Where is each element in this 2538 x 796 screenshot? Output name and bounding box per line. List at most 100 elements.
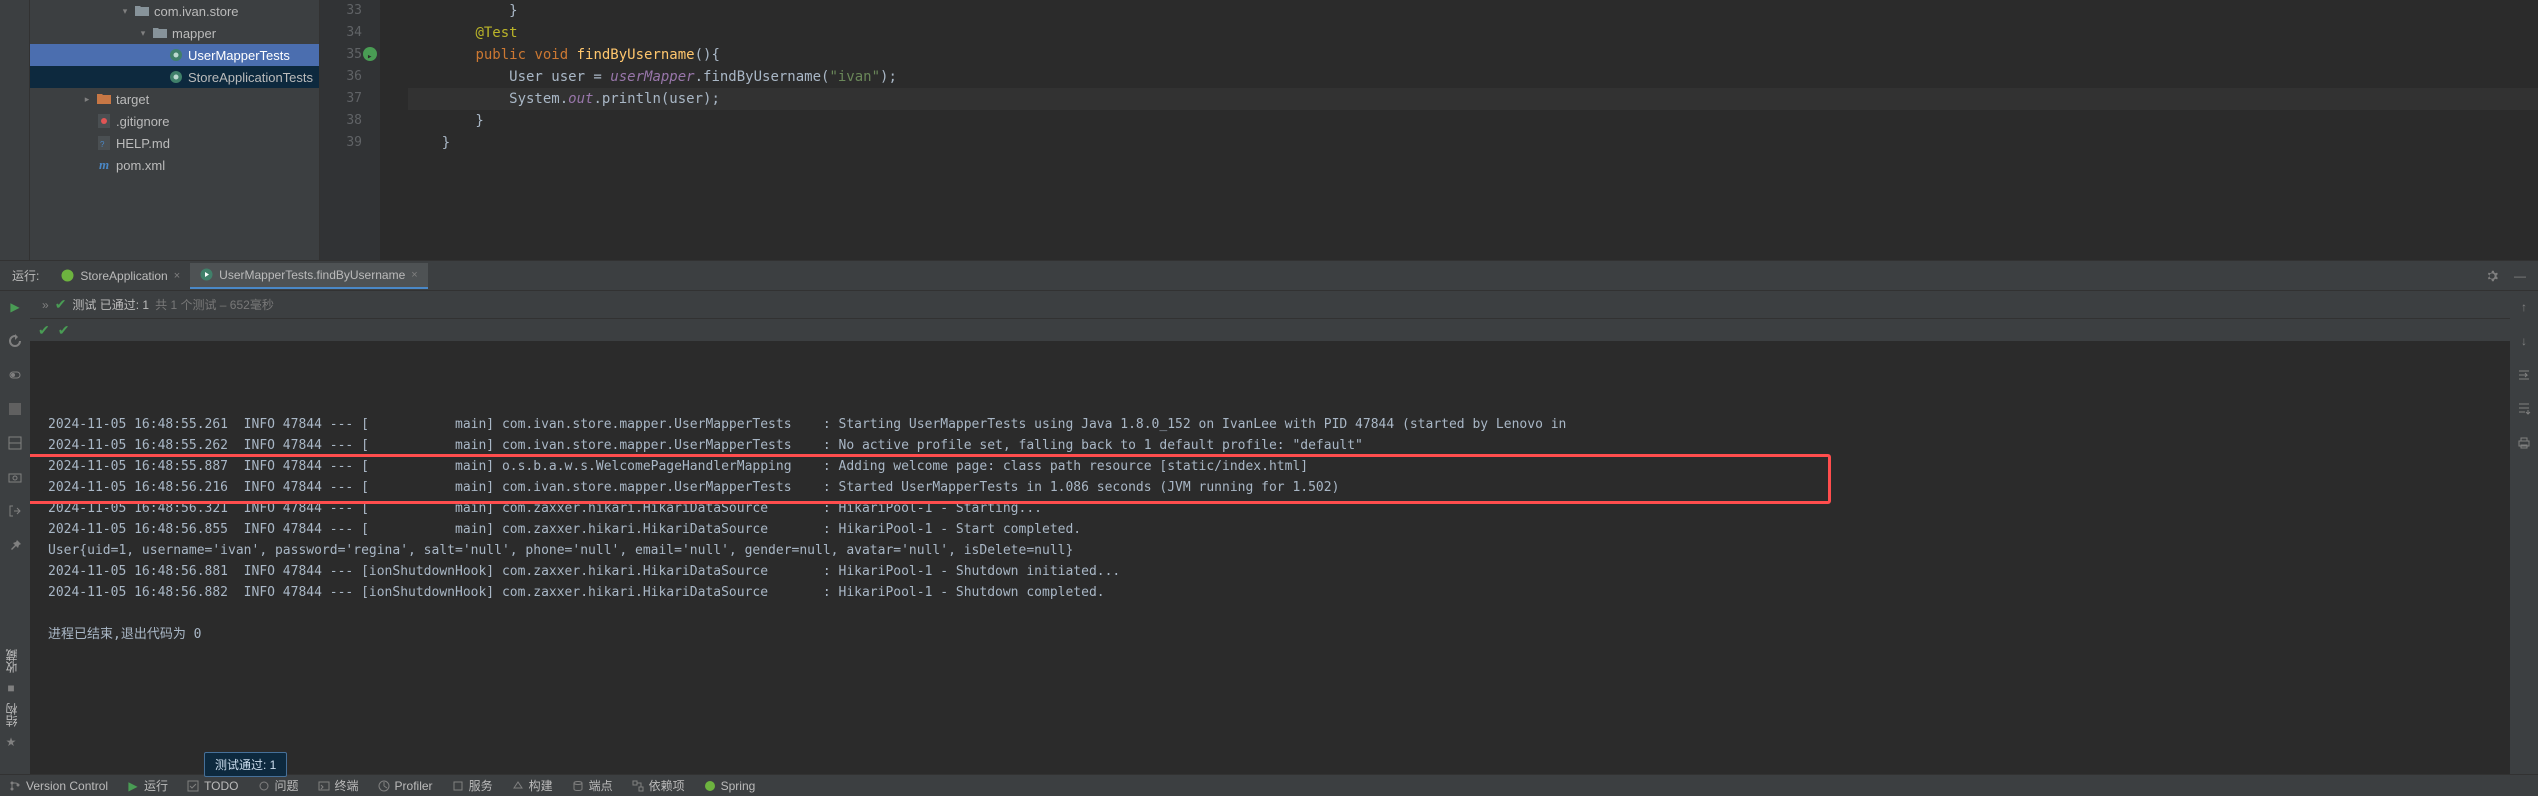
console-line: 2024-11-05 16:48:55.887 INFO 47844 --- [… — [48, 456, 2492, 477]
tree-arrow[interactable] — [82, 138, 92, 148]
tree-node[interactable]: mpom.xml — [30, 154, 319, 176]
tree-node[interactable]: .gitignore — [30, 110, 319, 132]
console-line: 2024-11-05 16:48:56.882 INFO 47844 --- [… — [48, 582, 2492, 603]
tree-node[interactable]: ▾mapper — [30, 22, 319, 44]
console-output[interactable]: 2024-11-05 16:48:55.261 INFO 47844 --- [… — [30, 341, 2510, 774]
run-tab[interactable]: UserMapperTests.findByUsername× — [190, 263, 428, 289]
exit-icon[interactable] — [5, 501, 25, 521]
console-line: User{uid=1, username='ivan', password='r… — [48, 540, 2492, 561]
run-gutter-icon[interactable] — [363, 47, 377, 61]
down-icon[interactable]: ↓ — [2514, 331, 2534, 351]
tree-node[interactable]: ▸ target — [30, 88, 319, 110]
code-line[interactable]: } — [408, 110, 2538, 132]
bug-icon — [257, 779, 271, 793]
editor[interactable]: 33343536373839 } @Test public void findB… — [320, 0, 2538, 260]
bottom-bar-label: 构建 — [529, 777, 553, 794]
bottom-bar-item[interactable]: TODO — [186, 779, 238, 793]
console-line: 2024-11-05 16:48:56.881 INFO 47844 --- [… — [48, 561, 2492, 582]
code-line[interactable]: System.out.println(user); — [408, 88, 2538, 110]
toggle-icon[interactable] — [5, 365, 25, 385]
layout-icon[interactable] — [5, 433, 25, 453]
check-icon[interactable]: ✔ — [38, 322, 50, 339]
line-number[interactable]: 33 — [320, 0, 362, 22]
print-icon[interactable] — [2514, 433, 2534, 453]
tree-node[interactable]: ?HELP.md — [30, 132, 319, 154]
star-icon[interactable]: ★ — [6, 735, 17, 749]
project-tree[interactable]: ▾com.ivan.store▾mapper UserMapperTests Sto… — [30, 0, 320, 260]
bottom-bar-item[interactable]: 依赖项 — [631, 777, 685, 794]
status-text: 测试 已通过: 1 — [72, 296, 149, 313]
tree-arrow[interactable]: ▾ — [120, 6, 130, 16]
tree-arrow[interactable] — [154, 72, 164, 82]
wrap-icon[interactable] — [2514, 365, 2534, 385]
tree-label: UserMapperTests — [188, 48, 290, 63]
code-line[interactable]: } — [408, 0, 2538, 22]
bottom-bar-item[interactable]: 服务 — [451, 777, 493, 794]
bottom-bar-item[interactable]: Profiler — [377, 779, 433, 793]
stop-icon[interactable] — [5, 399, 25, 419]
camera-icon[interactable] — [5, 467, 25, 487]
console-line: 2024-11-05 16:48:56.321 INFO 47844 --- [… — [48, 498, 2492, 519]
editor-gutter[interactable]: 33343536373839 — [320, 0, 380, 260]
close-icon[interactable]: × — [411, 269, 417, 281]
bottom-bar-item[interactable]: ▶运行 — [126, 777, 168, 794]
line-number[interactable]: 35 — [320, 44, 362, 66]
code-line[interactable]: public void findByUsername(){ — [408, 44, 2538, 66]
close-icon[interactable]: × — [174, 270, 180, 282]
branch-icon — [8, 779, 22, 793]
bottom-bar-item[interactable]: Version Control — [8, 779, 108, 793]
bottom-bar-item[interactable]: 构建 — [511, 777, 553, 794]
tree-arrow[interactable] — [82, 160, 92, 170]
code-line[interactable]: } — [408, 132, 2538, 154]
console-line: 2024-11-05 16:48:55.262 INFO 47844 --- [… — [48, 435, 2492, 456]
scroll-icon[interactable] — [2514, 399, 2534, 419]
up-icon[interactable]: ↑ — [2514, 297, 2534, 317]
run-tab[interactable]: StoreApplication × — [51, 263, 190, 289]
test-class-icon — [168, 69, 184, 85]
gear-icon[interactable] — [2482, 266, 2502, 286]
tree-arrow[interactable] — [82, 116, 92, 126]
console-line — [48, 603, 2492, 624]
bookmarks-icon[interactable]: ■ — [7, 681, 14, 695]
deps-icon — [631, 779, 645, 793]
check-icon: ✔ — [55, 296, 67, 313]
run-panel: 运行: StoreApplication×UserMapperTests.fin… — [0, 260, 2538, 774]
run-tab-label: StoreApplication — [80, 269, 167, 283]
pin-icon[interactable] — [5, 535, 25, 555]
line-number[interactable]: 38 — [320, 110, 362, 132]
rerun-icon[interactable]: ▶ — [5, 297, 25, 317]
bottom-bar-item[interactable]: Spring — [703, 779, 756, 793]
tree-arrow[interactable] — [154, 50, 164, 60]
profiler-icon — [377, 779, 391, 793]
code-line[interactable]: @Test — [408, 22, 2538, 44]
tree-node[interactable]: UserMapperTests — [30, 44, 319, 66]
bottom-bar-label: Spring — [721, 779, 756, 793]
rerun-failed-icon[interactable] — [5, 331, 25, 351]
spring-icon — [703, 779, 717, 793]
tree-arrow[interactable]: ▾ — [138, 28, 148, 38]
line-number[interactable]: 34 — [320, 22, 362, 44]
code-line[interactable]: User user = userMapper.findByUsername("i… — [408, 66, 2538, 88]
bottom-bar-label: Version Control — [26, 779, 108, 793]
line-number[interactable]: 39 — [320, 132, 362, 154]
minimize-icon[interactable]: — — [2510, 266, 2530, 286]
line-number[interactable]: 36 — [320, 66, 362, 88]
bottom-bar-item[interactable]: 问题 — [257, 777, 299, 794]
line-number[interactable]: 37 — [320, 88, 362, 110]
svg-text:?: ? — [100, 140, 105, 149]
tree-node[interactable]: StoreApplicationTests — [30, 66, 319, 88]
bottom-bar-item[interactable]: 终端 — [317, 777, 359, 794]
vtab-favorites[interactable]: 收藏 — [1, 643, 22, 679]
folder-icon — [152, 25, 168, 41]
tree-label: pom.xml — [116, 158, 165, 173]
tree-arrow[interactable]: ▸ — [82, 94, 92, 104]
editor-code[interactable]: } @Test public void findByUsername(){ Us… — [380, 0, 2538, 260]
status-detail: 共 1 个测试 – 652毫秒 — [155, 296, 274, 313]
tree-label: target — [116, 92, 149, 107]
bottom-bar-label: 运行 — [144, 777, 168, 794]
tree-node[interactable]: ▾com.ivan.store — [30, 0, 319, 22]
bottom-bar-item[interactable]: 端点 — [571, 777, 613, 794]
vtab-structure[interactable]: 结构 — [1, 697, 22, 733]
todo-icon — [186, 779, 200, 793]
check-icon[interactable]: ✔ — [58, 322, 70, 339]
